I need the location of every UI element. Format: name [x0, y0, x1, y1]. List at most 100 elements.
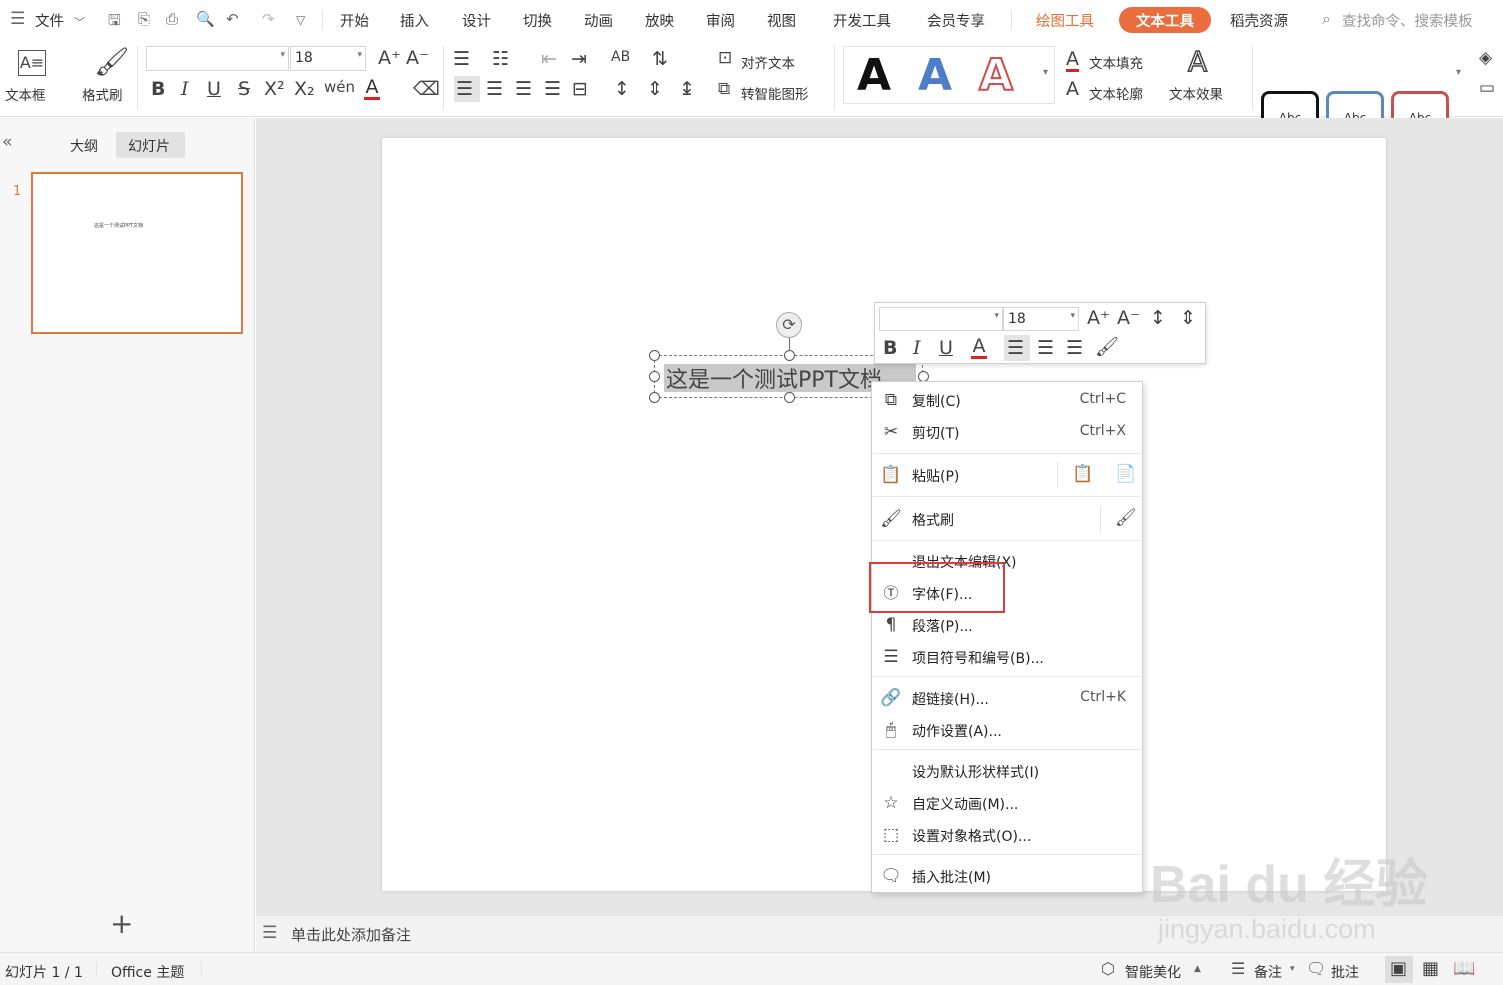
- tab-outline[interactable]: 大纲: [70, 136, 98, 156]
- resize-handle[interactable]: [784, 350, 795, 361]
- notes-toggle-button[interactable]: 备注: [1254, 962, 1282, 982]
- align-text-icon[interactable]: ⊡: [718, 50, 732, 67]
- font-color-icon[interactable]: A: [364, 78, 380, 100]
- mini-align-right-icon[interactable]: ☰: [1066, 339, 1083, 358]
- paste-keep-format-icon[interactable]: 📋: [1072, 464, 1093, 484]
- resize-handle[interactable]: [649, 371, 660, 382]
- italic-icon[interactable]: I: [181, 80, 189, 99]
- resize-handle[interactable]: [649, 350, 660, 361]
- chevron-down-icon[interactable]: ▾: [1290, 964, 1295, 974]
- mini-align-left-icon[interactable]: ☰: [1007, 339, 1024, 358]
- mini-grow-font-icon[interactable]: A⁺: [1087, 309, 1110, 328]
- export-pdf-icon[interactable]: ⎘: [138, 10, 150, 28]
- tab-view[interactable]: 视图: [767, 10, 796, 31]
- align-center-icon[interactable]: ☰: [486, 80, 503, 99]
- tab-slides[interactable]: 幻灯片: [128, 136, 170, 156]
- tab-text-tools[interactable]: 文本工具: [1136, 10, 1194, 31]
- mini-paragraph-spacing-icon[interactable]: ⇕: [1180, 309, 1196, 328]
- format-painter-lock-icon[interactable]: 🖌: [1115, 508, 1137, 528]
- font-size-combo[interactable]: 18 ▾: [290, 46, 366, 71]
- menu-item-format-object[interactable]: ⬚ 设置对象格式(O)...: [872, 820, 1142, 850]
- notes-pane[interactable]: ☰ 单击此处添加备注: [256, 915, 1503, 952]
- rotate-handle-icon[interactable]: ⟳: [776, 312, 802, 338]
- more-styles-icon[interactable]: ▾: [1043, 68, 1048, 78]
- slide-thumbnail[interactable]: 这是一个测试PPT文档: [31, 172, 243, 334]
- chevron-up-icon[interactable]: ▲: [1194, 964, 1201, 974]
- mini-underline-icon[interactable]: U: [939, 339, 953, 358]
- menu-item-custom-animation[interactable]: ☆ 自定义动画(M)...: [872, 788, 1142, 818]
- menu-item-exit-text-edit[interactable]: 退出文本编辑(X): [872, 546, 1142, 576]
- slide-sorter-icon[interactable]: ▦: [1422, 958, 1439, 979]
- mini-italic-icon[interactable]: I: [913, 339, 921, 358]
- undo-icon[interactable]: ↶: [226, 10, 239, 28]
- subscript-icon[interactable]: X₂: [294, 80, 315, 99]
- mini-font-name-combo[interactable]: ▾: [879, 307, 1003, 331]
- tab-home[interactable]: 开始: [340, 10, 369, 31]
- menu-item-hyperlink[interactable]: 🔗 超链接(H)... Ctrl+K: [872, 683, 1142, 713]
- redo-icon[interactable]: ↷: [262, 10, 275, 28]
- underline-icon[interactable]: U: [207, 80, 221, 99]
- bold-icon[interactable]: B: [151, 80, 165, 99]
- text-fill-button[interactable]: 文本填充: [1089, 52, 1143, 72]
- print-preview-icon[interactable]: 🔍: [196, 10, 215, 28]
- menu-item-format-painter[interactable]: 🖌 格式刷 🖌: [872, 504, 1142, 534]
- notes-placeholder[interactable]: 单击此处添加备注: [291, 924, 411, 945]
- increase-indent-icon[interactable]: ⇥: [571, 50, 587, 69]
- decrease-indent-icon[interactable]: ⇤: [541, 50, 557, 69]
- file-menu[interactable]: 文件: [35, 10, 64, 31]
- tab-transition[interactable]: 切换: [523, 10, 552, 31]
- print-icon[interactable]: ⎙: [166, 10, 178, 28]
- justify-icon[interactable]: ☰: [544, 80, 561, 99]
- menu-item-bullets-numbering[interactable]: ☰ 项目符号和编号(B)...: [872, 642, 1142, 672]
- align-text-button[interactable]: 对齐文本: [741, 52, 795, 72]
- spacing-options-icon[interactable]: ↨: [679, 80, 695, 99]
- shape-outline-icon[interactable]: ▭: [1479, 80, 1495, 97]
- text-direction-icon[interactable]: AB: [611, 50, 630, 64]
- mini-shrink-font-icon[interactable]: A⁻: [1117, 309, 1140, 328]
- menu-item-font[interactable]: Ⓣ 字体(F)...: [872, 578, 1142, 608]
- text-fill-icon[interactable]: A: [1066, 50, 1079, 72]
- smart-shape-button[interactable]: 转智能图形: [741, 83, 809, 103]
- clear-format-icon[interactable]: ⌫: [413, 80, 440, 99]
- search-input[interactable]: 查找命令、搜索模板: [1342, 10, 1473, 31]
- menu-item-insert-comment[interactable]: 🗨 插入批注(M): [872, 861, 1142, 891]
- shape-fill-icon[interactable]: ◈: [1479, 50, 1492, 67]
- mini-format-painter-icon[interactable]: 🖌: [1095, 338, 1119, 357]
- smart-beautify-button[interactable]: 智能美化: [1125, 962, 1181, 982]
- tab-resources[interactable]: 稻壳资源: [1230, 10, 1288, 31]
- more-shape-styles-icon[interactable]: ▾: [1456, 68, 1461, 78]
- menu-item-copy[interactable]: ⧉ 复制(C) Ctrl+C: [872, 385, 1142, 415]
- normal-view-icon[interactable]: ▣: [1390, 958, 1407, 979]
- mini-align-center-icon[interactable]: ☰: [1037, 339, 1054, 358]
- shrink-font-icon[interactable]: A⁻: [406, 49, 429, 68]
- font-name-combo[interactable]: ▾: [146, 46, 289, 71]
- text-style-blue[interactable]: A: [918, 54, 952, 98]
- menu-item-cut[interactable]: ✂ 剪切(T) Ctrl+X: [872, 417, 1142, 447]
- menu-item-action-settings[interactable]: 🖱 动作设置(A)...: [872, 715, 1142, 745]
- paragraph-spacing-icon[interactable]: ⇕: [647, 80, 663, 99]
- reading-view-icon[interactable]: 📖: [1453, 958, 1475, 979]
- collapse-panel-icon[interactable]: «: [2, 132, 12, 152]
- textbox-icon[interactable]: A≡: [18, 50, 46, 76]
- text-effect-button[interactable]: 文本效果: [1169, 83, 1223, 103]
- tab-animation[interactable]: 动画: [584, 10, 613, 31]
- align-left-icon[interactable]: ☰: [456, 80, 473, 99]
- text-outline-button[interactable]: 文本轮廓: [1089, 83, 1143, 103]
- text-effect-icon[interactable]: A: [1187, 47, 1208, 77]
- customize-qat-icon[interactable]: ▽: [296, 13, 305, 27]
- tab-review[interactable]: 审阅: [706, 10, 735, 31]
- superscript-icon[interactable]: X²: [264, 80, 285, 99]
- strikethrough-icon[interactable]: S: [238, 80, 250, 99]
- tab-member[interactable]: 会员专享: [927, 10, 985, 31]
- save-icon[interactable]: 🖫: [108, 10, 121, 35]
- text-outline-icon[interactable]: A: [1066, 80, 1079, 99]
- resize-handle[interactable]: [649, 392, 660, 403]
- tab-developer[interactable]: 开发工具: [833, 10, 891, 31]
- tab-slideshow[interactable]: 放映: [645, 10, 674, 31]
- resize-handle[interactable]: [784, 392, 795, 403]
- tab-insert[interactable]: 插入: [400, 10, 429, 31]
- numbered-list-icon[interactable]: ☷: [492, 50, 509, 69]
- align-right-icon[interactable]: ☰: [515, 80, 532, 99]
- format-painter-label[interactable]: 格式刷: [82, 84, 123, 104]
- bullet-list-icon[interactable]: ☰: [453, 50, 470, 69]
